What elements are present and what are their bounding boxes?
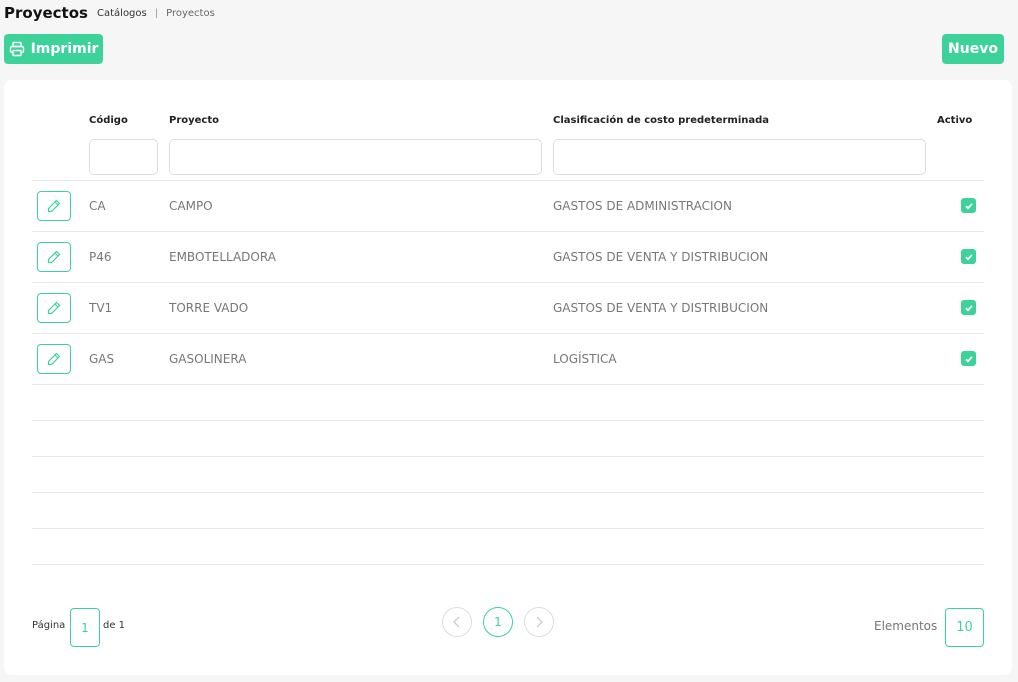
chevron-right-icon <box>536 616 543 628</box>
current-page-input[interactable]: 1 <box>70 608 100 647</box>
page-size-select[interactable]: 10 <box>945 608 984 647</box>
cell-proyecto: EMBOTELLADORA <box>169 250 276 264</box>
checkmark-icon <box>964 304 973 312</box>
active-checkbox[interactable] <box>961 351 976 366</box>
table-row: CA CAMPO GASTOS DE ADMINISTRACION <box>32 180 984 231</box>
cell-proyecto: CAMPO <box>169 199 213 213</box>
active-checkbox[interactable] <box>961 198 976 213</box>
empty-row <box>32 420 984 456</box>
breadcrumb-separator: | <box>154 8 159 19</box>
cell-clasificacion: LOGÍSTICA <box>553 352 617 366</box>
empty-row <box>32 528 984 564</box>
pencil-icon <box>47 199 61 213</box>
cell-codigo: CA <box>89 199 106 213</box>
prev-page-button[interactable] <box>442 607 472 637</box>
edit-button[interactable] <box>37 191 71 221</box>
cell-proyecto: GASOLINERA <box>169 352 247 366</box>
filter-codigo-input[interactable] <box>89 139 158 175</box>
new-button[interactable]: Nuevo <box>942 34 1004 64</box>
cell-clasificacion: GASTOS DE VENTA Y DISTRIBUCION <box>553 301 769 315</box>
table-row: GAS GASOLINERA LOGÍSTICA <box>32 333 984 384</box>
chevron-left-icon <box>453 616 460 628</box>
pencil-icon <box>47 352 61 366</box>
empty-row <box>32 492 984 528</box>
checkmark-icon <box>964 202 973 210</box>
active-checkbox[interactable] <box>961 249 976 264</box>
edit-button[interactable] <box>37 293 71 323</box>
checkmark-icon <box>964 355 973 363</box>
print-button-label: Imprimir <box>30 41 99 57</box>
next-page-button[interactable] <box>524 607 554 637</box>
header-activo: Activo <box>937 115 973 126</box>
checkmark-icon <box>964 253 973 261</box>
filter-clasificacion-input[interactable] <box>553 139 926 175</box>
filter-proyecto-input[interactable] <box>169 139 542 175</box>
header-clasificacion: Clasificación de costo predeterminada <box>553 115 770 126</box>
elements-label: Elementos <box>874 619 938 633</box>
breadcrumb-catalogos[interactable]: Catálogos <box>97 8 147 19</box>
print-button[interactable]: Imprimir <box>4 34 103 64</box>
pencil-icon <box>47 250 61 264</box>
cell-codigo: GAS <box>89 352 115 366</box>
edit-button[interactable] <box>37 242 71 272</box>
table-row: TV1 TORRE VADO GASTOS DE VENTA Y DISTRIB… <box>32 282 984 333</box>
table-card: Código Proyecto Clasificación de costo p… <box>4 80 1012 675</box>
empty-row <box>32 456 984 492</box>
active-checkbox[interactable] <box>961 300 976 315</box>
printer-icon <box>9 41 24 57</box>
total-pages-label: de 1 <box>103 620 126 631</box>
table-bottom-divider <box>32 564 984 565</box>
breadcrumb: Catálogos | Proyectos <box>97 8 215 19</box>
pencil-icon <box>47 301 61 315</box>
empty-row <box>32 384 984 420</box>
cell-codigo: TV1 <box>89 301 113 315</box>
page-title: Proyectos <box>4 4 88 22</box>
breadcrumb-proyectos: Proyectos <box>166 8 215 19</box>
header-codigo: Código <box>89 115 128 126</box>
page-label: Página <box>32 620 66 631</box>
cell-codigo: P46 <box>89 250 112 264</box>
table-row: P46 EMBOTELLADORA GASTOS DE VENTA Y DIST… <box>32 231 984 282</box>
cell-clasificacion: GASTOS DE ADMINISTRACION <box>553 199 732 213</box>
header-proyecto: Proyecto <box>169 115 220 126</box>
cell-proyecto: TORRE VADO <box>169 301 249 315</box>
cell-clasificacion: GASTOS DE VENTA Y DISTRIBUCION <box>553 250 769 264</box>
edit-button[interactable] <box>37 344 71 374</box>
page-1-button[interactable]: 1 <box>483 607 513 637</box>
